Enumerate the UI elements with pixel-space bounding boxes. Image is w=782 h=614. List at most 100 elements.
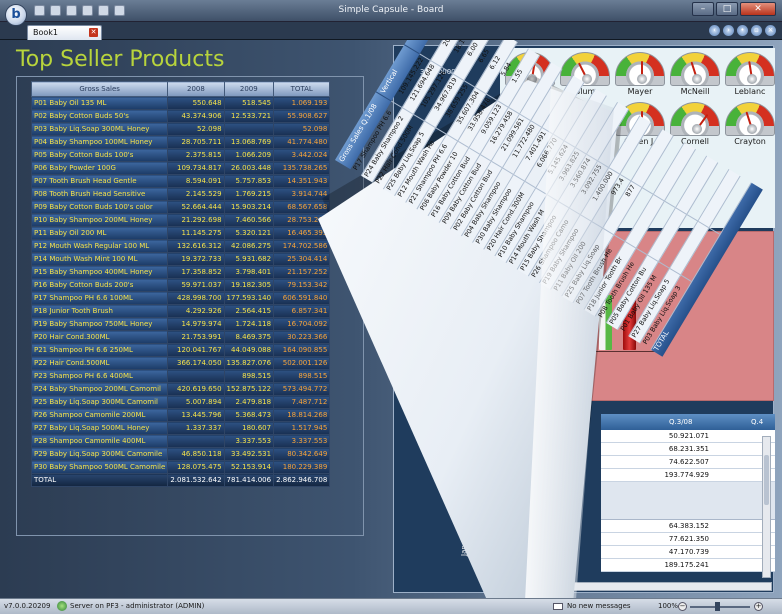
restore-icon[interactable]: ▫: [751, 25, 762, 36]
value-cell: 2.564.415: [223, 304, 275, 318]
tab-close-icon[interactable]: ✕: [89, 28, 98, 37]
sales-header-0[interactable]: Gross Sales: [30, 81, 169, 97]
quarter-value-cell: 193.774.929: [601, 469, 775, 482]
zoom-in-button[interactable]: +: [754, 602, 763, 611]
value-cell: 52.098: [273, 122, 331, 136]
value-cell: 1.066.209: [223, 148, 275, 162]
value-cell: 606.591.840: [273, 291, 331, 305]
tab-book1[interactable]: Book1 ✕: [27, 25, 102, 40]
value-cell: 2.145.529: [167, 187, 225, 201]
product-name-cell: P16 Baby Cotton Buds 200's: [30, 278, 169, 292]
table-row: P24 Baby Shampoo 200ML Camomil 420.619.65…: [30, 382, 331, 396]
back-icon[interactable]: ‹: [709, 25, 720, 36]
gauge-dial: [615, 52, 665, 86]
value-cell: 14.979.974: [167, 317, 225, 331]
maximize-button[interactable]: □: [716, 2, 738, 16]
value-cell: 3.337.553: [273, 434, 331, 448]
gauge-dial: [670, 102, 720, 136]
value-cell: 33.492.531: [223, 447, 275, 461]
value-cell: 42.086.275: [223, 239, 275, 253]
value-cell: 135.827.076: [223, 356, 275, 370]
table-row: P17 Shampoo PH 6.6 100ML 428.998.700 177.5…: [30, 291, 331, 305]
table-row: P16 Baby Cotton Buds 200's 59.971.037 19.1…: [30, 278, 331, 292]
value-cell: 18.814.268: [273, 408, 331, 422]
product-name-cell: P06 Baby Powder 100G: [30, 161, 169, 175]
page-title: Top Seller Products: [16, 47, 225, 72]
gauge-hub: [637, 74, 647, 84]
total-cell: 2.862.946.708: [273, 473, 331, 487]
value-cell: [167, 434, 225, 448]
zoom-out-button[interactable]: −: [678, 602, 687, 611]
product-name-cell: P02 Baby Cotton Buds 50's: [30, 109, 169, 123]
value-cell: 3.442.024: [273, 148, 331, 162]
value-cell: 366.174.050: [167, 356, 225, 370]
product-name-cell: P18 Junior Tooth Brush: [30, 304, 169, 318]
table-row: P29 Baby Liq.Soap 300ML Camomile 46.850.1…: [30, 447, 331, 461]
product-name-cell: P14 Mouth Wash Mint 100 ML: [30, 252, 169, 266]
table-row: P02 Baby Cotton Buds 50's 43.374.906 12.53…: [30, 109, 331, 123]
value-cell: 7.487.712: [273, 395, 331, 409]
value-cell: 7.460.566: [223, 213, 275, 227]
gauge-hub: [747, 74, 757, 84]
value-cell: 46.850.118: [167, 447, 225, 461]
mail-icon[interactable]: [553, 603, 563, 610]
value-cell: 2.375.815: [167, 148, 225, 162]
gauge-dial: [670, 52, 720, 86]
zoom-slider-knob[interactable]: [715, 602, 720, 611]
total-cell: 2.081.532.642: [167, 473, 225, 487]
value-cell: 8.594.091: [167, 174, 225, 188]
table-row: P20 Hair Cond.300ML 21.753.991 8.469.375 30…: [30, 330, 331, 344]
gauge: Crayton: [724, 102, 776, 150]
lock-icon[interactable]: •: [737, 25, 748, 36]
value-cell: 898.515: [223, 369, 275, 383]
value-cell: 1.337.337: [167, 421, 225, 435]
product-name-cell: P24 Baby Shampoo 200ML Camomil: [30, 382, 169, 396]
product-name-cell: P15 Baby Shampoo 400ML Honey: [30, 265, 169, 279]
value-cell: 1.724.118: [223, 317, 275, 331]
sales-header-3[interactable]: TOTAL: [273, 81, 331, 97]
value-cell: 15.903.214: [223, 200, 275, 214]
product-name-cell: P11 Baby Oil 200 ML: [30, 226, 169, 240]
table-row: P27 Baby Liq.Soap 500ML Honey 1.337.337 18…: [30, 421, 331, 435]
product-name-cell: P07 Tooth Brush Head Gentle: [30, 174, 169, 188]
value-cell: 128.075.475: [167, 460, 225, 474]
sales-header-2[interactable]: 2009: [223, 81, 275, 97]
table-row: P01 Baby Oil 135 ML 550.648 518.545 1.069.1…: [30, 96, 331, 110]
product-name-cell: P20 Hair Cond.300ML: [30, 330, 169, 344]
table-row: P05 Baby Cotton Buds 100's 2.375.815 1.066…: [30, 148, 331, 162]
vertical-scrollbar[interactable]: [762, 436, 771, 578]
product-name-cell: P09 Baby Cotton Buds 100's color: [30, 200, 169, 214]
quarter-value-cell: 77.621.350: [601, 533, 775, 546]
product-name-cell: P30 Baby Shampoo 500ML Camomile: [30, 460, 169, 474]
messages-label: No new messages: [567, 602, 631, 610]
product-name-cell: P21 Shampoo PH 6.6 250ML: [30, 343, 169, 357]
table-row: P08 Tooth Brush Head Sensitive 2.145.529 1…: [30, 187, 331, 201]
value-cell: 28.705.711: [167, 135, 225, 149]
close-doc-icon[interactable]: ×: [765, 25, 776, 36]
value-cell: [223, 122, 275, 136]
scroll-thumb[interactable]: [764, 455, 769, 505]
product-name-cell: P04 Baby Shampoo 100ML Honey: [30, 135, 169, 149]
table-row: P07 Tooth Brush Head Gentle 8.594.091 5.75…: [30, 174, 331, 188]
sales-header-1[interactable]: 2008: [167, 81, 225, 97]
value-cell: 4.292.926: [167, 304, 225, 318]
product-name-cell: P03 Baby Liq.Soap 300ML Honey: [30, 122, 169, 136]
app-menu-button[interactable]: b: [5, 4, 27, 26]
value-cell: 109.734.817: [167, 161, 225, 175]
minimize-button[interactable]: –: [692, 2, 714, 16]
zoom-slider[interactable]: [690, 606, 750, 608]
table-row: P25 Baby Liq.Soap 300ML Camomil 5.007.894…: [30, 395, 331, 409]
value-cell: 5.931.682: [223, 252, 275, 266]
title-bar: b Simple Capsule - Board – □ ✕: [0, 0, 782, 26]
quarter-value-cell: 64.383.152: [601, 520, 775, 533]
gauge: Leblanc: [724, 52, 776, 100]
value-cell: 21.753.991: [167, 330, 225, 344]
close-button[interactable]: ✕: [740, 2, 776, 16]
product-name-cell: P01 Baby Oil 135 ML: [30, 96, 169, 110]
product-name-cell: P10 Baby Shampoo 200ML Honey: [30, 213, 169, 227]
forward-icon[interactable]: ›: [723, 25, 734, 36]
table-row: P12 Mouth Wash Regular 100 ML 132.616.312…: [30, 239, 331, 253]
value-cell: 21.292.698: [167, 213, 225, 227]
product-name-cell: P27 Baby Liq.Soap 500ML Honey: [30, 421, 169, 435]
gauge-hub: [692, 124, 702, 134]
